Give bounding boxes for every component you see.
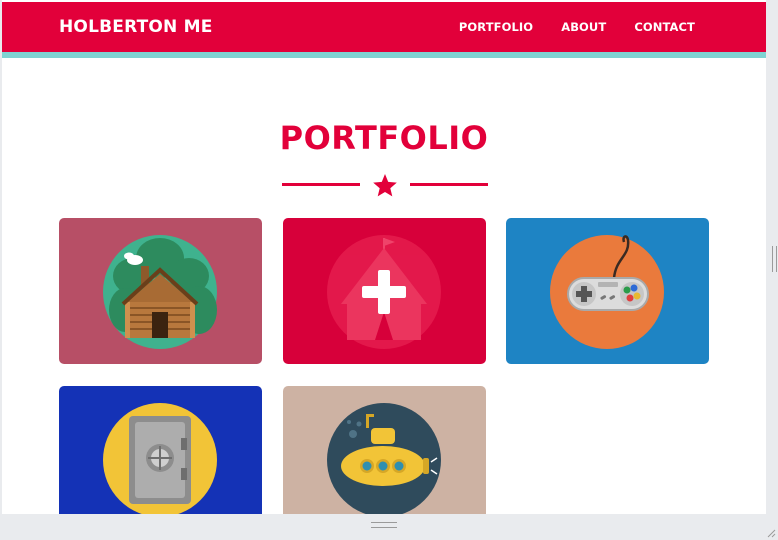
log-cabin-icon [103,235,217,349]
portfolio-tile-submarine[interactable] [283,386,486,514]
portfolio-tile-controller[interactable] [506,218,709,364]
game-controller-icon [550,235,664,349]
nav-link-contact[interactable]: CONTACT [634,20,695,34]
nav-links: PORTFOLIO ABOUT CONTACT [459,20,695,34]
resize-handle[interactable] [371,522,397,528]
browser-viewport: HOLBERTON ME PORTFOLIO ABOUT CONTACT POR… [2,0,766,514]
brand-logo[interactable]: HOLBERTON ME [59,17,213,37]
divider-line-left [282,183,360,186]
portfolio-tile-safe[interactable] [59,386,262,514]
safe-icon [103,403,217,514]
nav-link-about[interactable]: ABOUT [561,20,606,34]
corner-resize-icon[interactable] [766,528,776,538]
navbar: HOLBERTON ME PORTFOLIO ABOUT CONTACT [2,2,766,58]
submarine-icon [327,403,441,514]
portfolio-title: PORTFOLIO [279,119,489,157]
title-divider [282,173,488,197]
portfolio-tile-circus[interactable] [283,218,486,364]
divider-line-right [410,183,488,186]
star-icon [373,174,397,197]
nav-link-portfolio[interactable]: PORTFOLIO [459,20,533,34]
bottom-resize-bar [0,514,778,540]
portfolio-tile-cabin[interactable] [59,218,262,364]
scrollbar-grip[interactable] [772,246,777,272]
